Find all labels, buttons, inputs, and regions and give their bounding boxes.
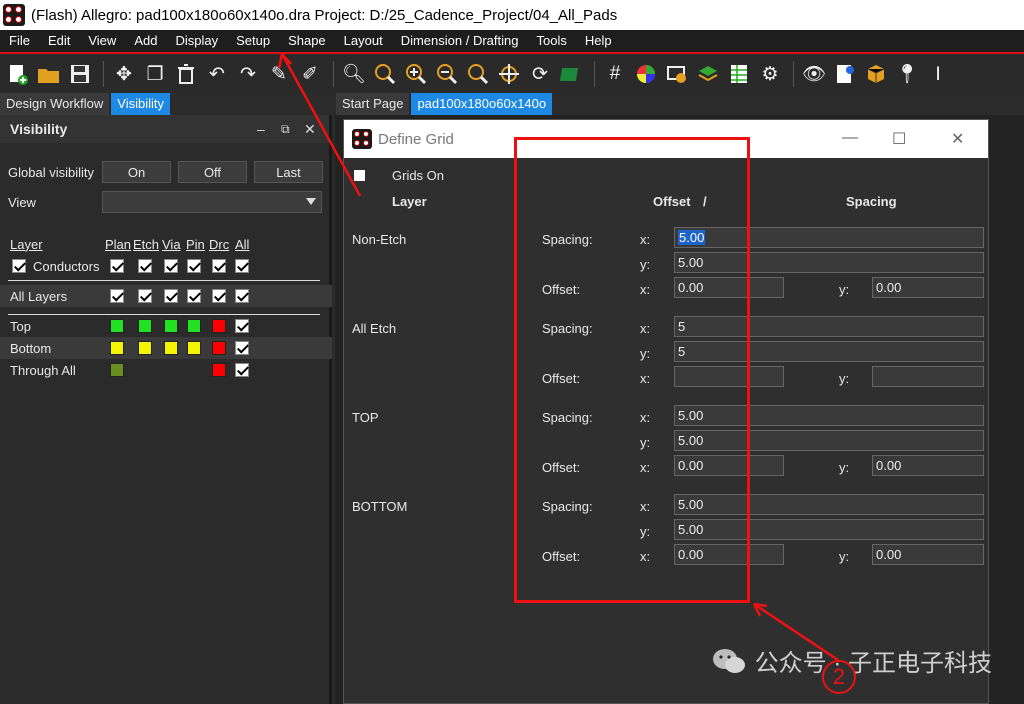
- annotation-arrow-setup: [280, 53, 362, 197]
- wechat-icon: [712, 648, 745, 673]
- watermark-text: 公众号 · 子正电子科技: [754, 650, 992, 677]
- annotation-overlay: [277, 53, 839, 662]
- annotation-marker: 2: [822, 660, 856, 694]
